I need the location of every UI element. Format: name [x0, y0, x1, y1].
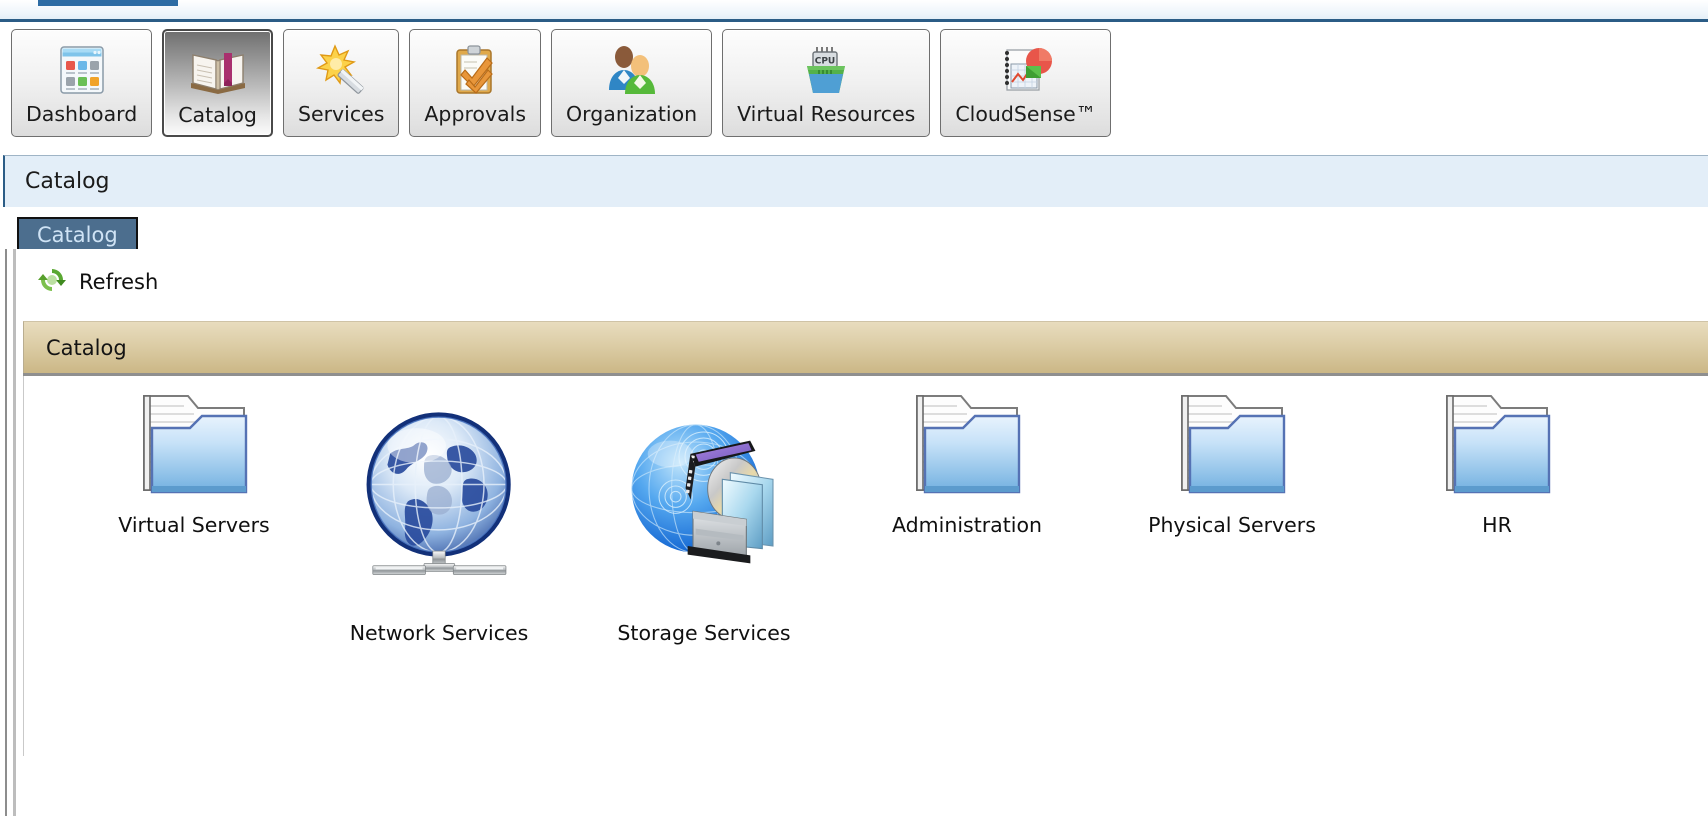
refresh-green-icon	[37, 265, 67, 299]
globe-storage-icon	[629, 376, 779, 612]
toolbar-label: CloudSense™	[955, 102, 1097, 126]
globe-network-icon	[364, 376, 514, 612]
toolbar-button-virtual-resources[interactable]: CPU Virtual Resources	[722, 29, 931, 137]
catalog-section-header: Catalog	[23, 321, 1708, 373]
catalog-item-hr[interactable]: HR	[1382, 386, 1612, 537]
open-book-icon	[187, 41, 249, 101]
main-toolbar: Dashboard Catalog Services Approvals Org…	[0, 22, 1708, 150]
toolbar-button-dashboard[interactable]: Dashboard	[11, 29, 153, 137]
tab-catalog[interactable]: Catalog	[17, 217, 138, 251]
catalog-section: Catalog Virtual Servers Network Services…	[23, 321, 1708, 756]
cpu-basket-icon: CPU	[795, 40, 857, 100]
catalog-item-label: Physical Servers	[1148, 513, 1316, 537]
dashboard-icon	[51, 40, 113, 100]
panel-left-rule	[13, 249, 16, 816]
catalog-item-virtual-servers[interactable]: Virtual Servers	[79, 386, 309, 537]
catalog-grid: Virtual Servers Network Services Storage…	[24, 376, 1708, 645]
toolbar-button-approvals[interactable]: Approvals	[409, 29, 542, 137]
catalog-item-label: Network Services	[349, 621, 529, 645]
refresh-button[interactable]: Refresh	[37, 265, 158, 299]
catalog-section-title: Catalog	[46, 335, 127, 360]
catalog-item-administration[interactable]: Administration	[852, 386, 1082, 537]
catalog-item-storage-services[interactable]: Storage Services	[589, 376, 819, 645]
magic-wand-icon	[310, 40, 372, 100]
content-panel: Refresh Catalog Virtual Servers Network …	[5, 249, 1708, 816]
toolbar-button-cloudsense[interactable]: CloudSense™	[940, 29, 1112, 137]
folder-icon	[1422, 386, 1572, 504]
svg-text:CPU: CPU	[815, 57, 836, 67]
toolbar-label: Approvals	[424, 102, 527, 126]
catalog-item-label: Virtual Servers	[118, 513, 270, 537]
catalog-section-body: Virtual Servers Network Services Storage…	[23, 376, 1708, 756]
folder-icon	[119, 386, 269, 504]
catalog-item-physical-servers[interactable]: Physical Servers	[1117, 386, 1347, 537]
clipboard-check-icon	[444, 40, 506, 100]
report-chart-icon	[995, 40, 1057, 100]
catalog-item-label: Storage Services	[617, 621, 791, 645]
browser-tab-indicator[interactable]	[38, 0, 178, 6]
toolbar-label: Virtual Resources	[737, 102, 916, 126]
toolbar-label: Catalog	[178, 103, 257, 127]
catalog-item-label: HR	[1482, 513, 1512, 537]
users-icon	[601, 40, 663, 100]
page-title-band: Catalog	[3, 155, 1708, 207]
page-title: Catalog	[25, 169, 110, 194]
toolbar-button-catalog[interactable]: Catalog	[162, 29, 273, 137]
browser-top-strip	[0, 0, 1708, 22]
toolbar-label: Organization	[566, 102, 698, 126]
toolbar-button-organization[interactable]: Organization	[551, 29, 713, 137]
tab-strip: Catalog	[5, 207, 1708, 251]
tab-label: Catalog	[37, 223, 118, 247]
folder-icon	[1157, 386, 1307, 504]
toolbar-label: Services	[297, 102, 385, 126]
folder-icon	[892, 386, 1042, 504]
catalog-item-network-services[interactable]: Network Services	[324, 376, 554, 645]
toolbar-button-services[interactable]: Services	[282, 29, 400, 137]
refresh-label: Refresh	[79, 270, 159, 294]
toolbar-label: Dashboard	[26, 102, 138, 126]
catalog-item-label: Administration	[891, 513, 1042, 537]
